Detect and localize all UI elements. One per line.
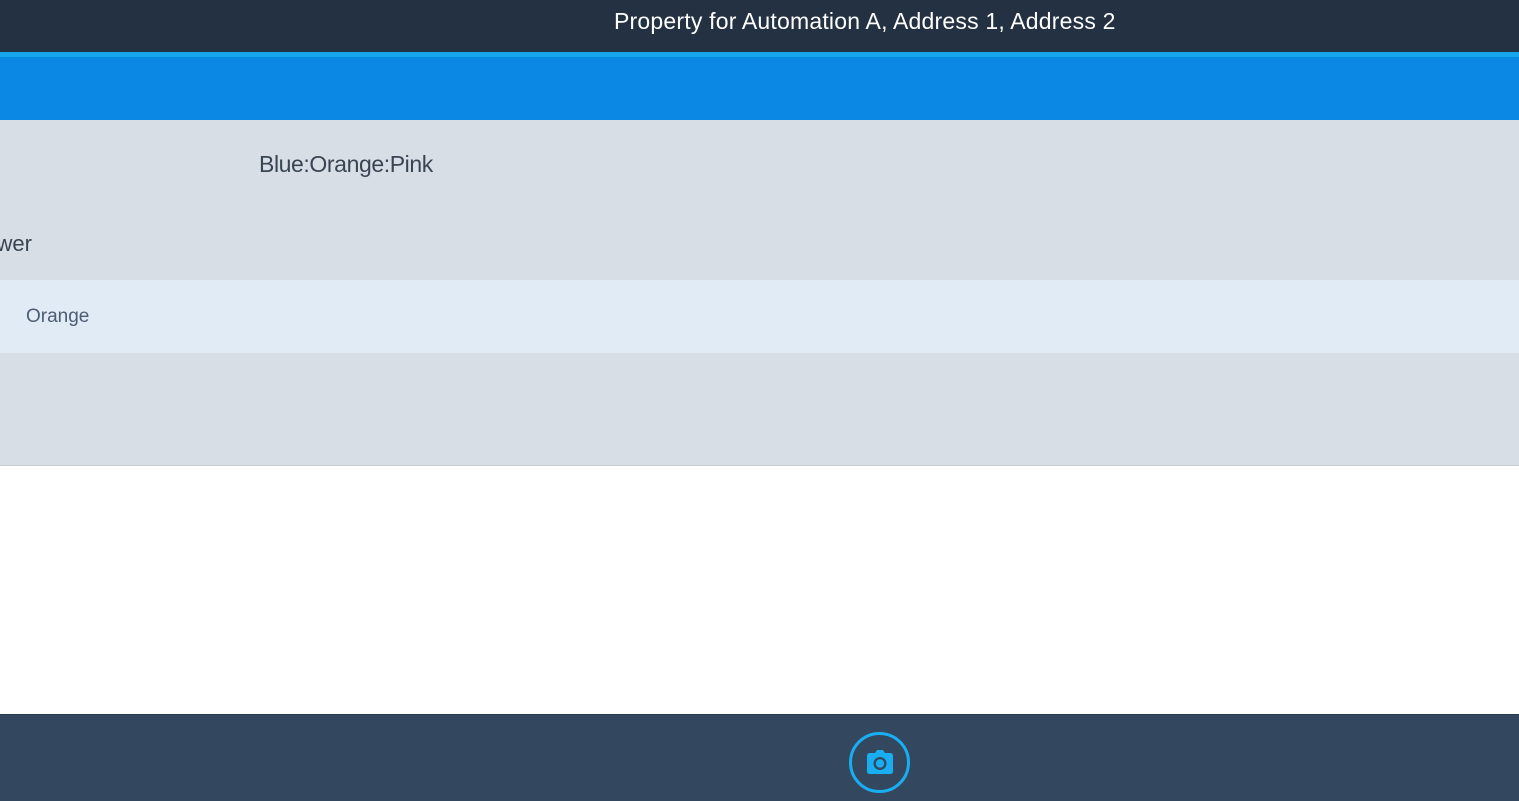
detail-panel: Blue:Orange:Pink wer Orange — [0, 120, 1519, 466]
app-window: Property for Automation A, Address 1, Ad… — [0, 0, 1519, 801]
colors-value: Blue:Orange:Pink — [259, 151, 433, 177]
footer-bar — [0, 714, 1519, 801]
camera-button[interactable] — [849, 732, 910, 793]
header-bar: Property for Automation A, Address 1, Ad… — [0, 0, 1519, 52]
option-row-orange[interactable]: Orange — [0, 280, 1519, 353]
option-label: Orange — [26, 306, 90, 327]
field-label: wer — [0, 231, 32, 256]
toolbar-band — [0, 57, 1519, 120]
property-title: Property for Automation A, Address 1, Ad… — [614, 8, 1116, 34]
camera-icon — [867, 750, 893, 774]
